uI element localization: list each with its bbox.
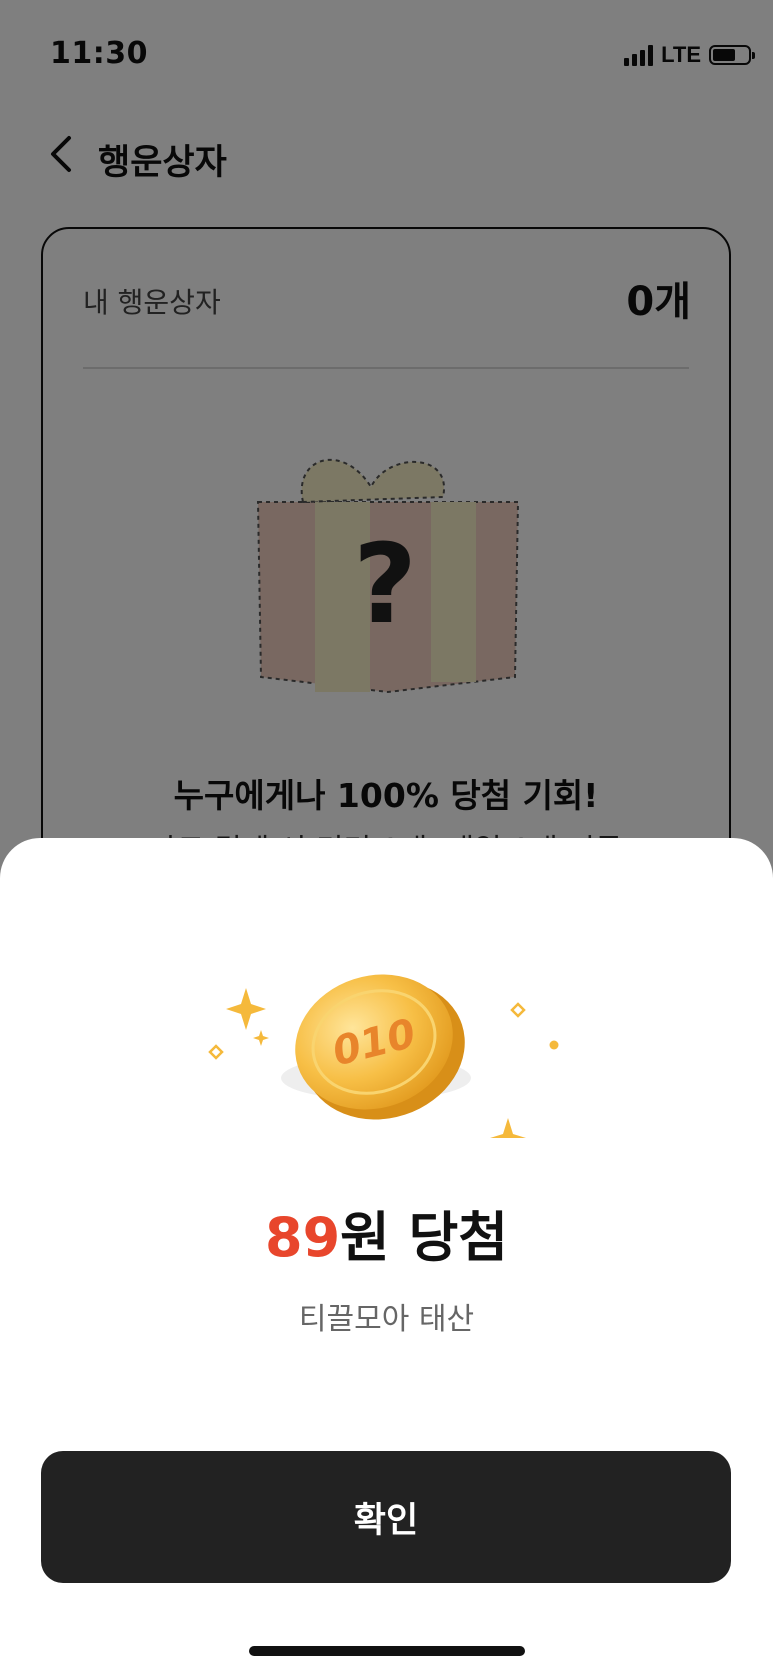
result-amount: 89 <box>265 1206 341 1269</box>
confirm-button[interactable]: 확인 <box>41 1451 731 1583</box>
result-suffix: 원 당첨 <box>340 1206 508 1269</box>
result-bottom-sheet: 010 89원 당첨 티끌모아 태산 확인 <box>0 838 773 1674</box>
result-title: 89원 당첨 <box>0 1193 773 1272</box>
coin-icon: 010 <box>208 974 559 1138</box>
result-subtitle: 티끌모아 태산 <box>298 1302 475 1337</box>
home-indicator <box>249 1646 525 1656</box>
